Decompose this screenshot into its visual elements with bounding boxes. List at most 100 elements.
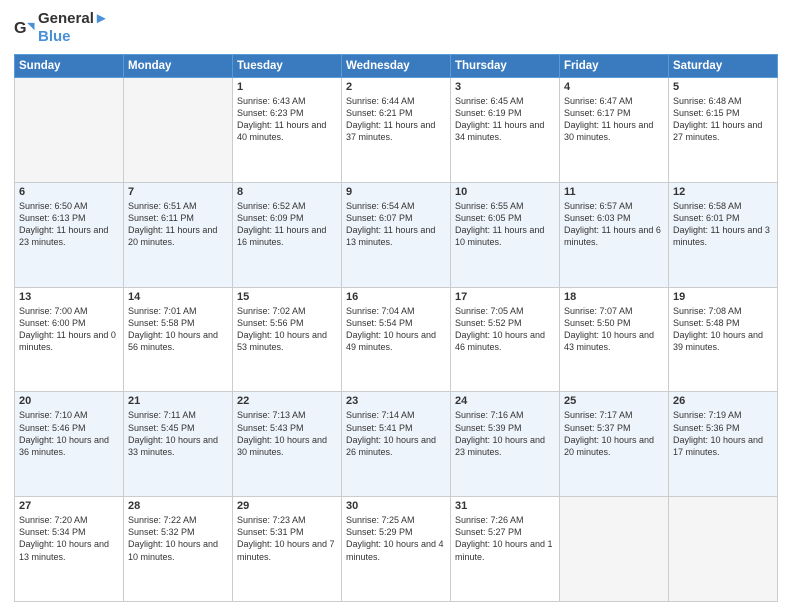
day-number: 9	[346, 186, 446, 198]
day-info: Sunrise: 7:26 AM Sunset: 5:27 PM Dayligh…	[455, 514, 555, 563]
day-number: 25	[564, 395, 664, 407]
calendar-week-row: 13 Sunrise: 7:00 AM Sunset: 6:00 PM Dayli…	[15, 287, 778, 392]
day-info: Sunrise: 7:02 AM Sunset: 5:56 PM Dayligh…	[237, 305, 337, 354]
day-info: Sunrise: 7:20 AM Sunset: 5:34 PM Dayligh…	[19, 514, 119, 563]
day-number: 22	[237, 395, 337, 407]
day-number: 20	[19, 395, 119, 407]
day-info: Sunrise: 7:13 AM Sunset: 5:43 PM Dayligh…	[237, 409, 337, 458]
day-info: Sunrise: 7:07 AM Sunset: 5:50 PM Dayligh…	[564, 305, 664, 354]
calendar-cell: 3 Sunrise: 6:45 AM Sunset: 6:19 PM Daylig…	[451, 78, 560, 183]
calendar-cell	[15, 78, 124, 183]
day-info: Sunrise: 7:19 AM Sunset: 5:36 PM Dayligh…	[673, 409, 773, 458]
calendar-cell: 22 Sunrise: 7:13 AM Sunset: 5:43 PM Dayli…	[233, 392, 342, 497]
day-number: 5	[673, 81, 773, 93]
day-number: 1	[237, 81, 337, 93]
calendar-cell: 27 Sunrise: 7:20 AM Sunset: 5:34 PM Dayli…	[15, 497, 124, 602]
calendar-cell: 28Sunrise: 7:22 AM Sunset: 5:32 PM Dayli…	[124, 497, 233, 602]
calendar-cell: 1 Sunrise: 6:43 AM Sunset: 6:23 PM Daylig…	[233, 78, 342, 183]
day-number: 3	[455, 81, 555, 93]
day-number: 29	[237, 500, 337, 512]
day-number: 4	[564, 81, 664, 93]
calendar-cell: 8 Sunrise: 6:52 AM Sunset: 6:09 PM Daylig…	[233, 182, 342, 287]
calendar-week-row: 1 Sunrise: 6:43 AM Sunset: 6:23 PM Daylig…	[15, 78, 778, 183]
day-info: Sunrise: 7:05 AM Sunset: 5:52 PM Dayligh…	[455, 305, 555, 354]
day-number: 21	[128, 395, 228, 407]
header: G General► Blue	[14, 10, 778, 46]
svg-text:G: G	[14, 19, 27, 37]
day-number: 17	[455, 291, 555, 303]
day-info: Sunrise: 7:25 AM Sunset: 5:29 PM Dayligh…	[346, 514, 446, 563]
calendar-cell: 11Sunrise: 6:57 AM Sunset: 6:03 PM Dayli…	[560, 182, 669, 287]
day-info: Sunrise: 6:58 AM Sunset: 6:01 PM Dayligh…	[673, 200, 773, 249]
day-info: Sunrise: 6:55 AM Sunset: 6:05 PM Dayligh…	[455, 200, 555, 249]
calendar-cell: 26 Sunrise: 7:19 AM Sunset: 5:36 PM Dayli…	[669, 392, 778, 497]
day-number: 8	[237, 186, 337, 198]
day-info: Sunrise: 6:43 AM Sunset: 6:23 PM Dayligh…	[237, 95, 337, 144]
calendar-cell: 19Sunrise: 7:08 AM Sunset: 5:48 PM Dayli…	[669, 287, 778, 392]
calendar-cell: 17 Sunrise: 7:05 AM Sunset: 5:52 PM Dayli…	[451, 287, 560, 392]
day-info: Sunrise: 7:14 AM Sunset: 5:41 PM Dayligh…	[346, 409, 446, 458]
day-number: 24	[455, 395, 555, 407]
calendar-cell: 29 Sunrise: 7:23 AM Sunset: 5:31 PM Dayli…	[233, 497, 342, 602]
weekday-header-friday: Friday	[560, 55, 669, 78]
day-info: Sunrise: 7:08 AM Sunset: 5:48 PM Dayligh…	[673, 305, 773, 354]
day-number: 10	[455, 186, 555, 198]
day-info: Sunrise: 6:44 AM Sunset: 6:21 PM Dayligh…	[346, 95, 446, 144]
calendar-cell: 2 Sunrise: 6:44 AM Sunset: 6:21 PM Daylig…	[342, 78, 451, 183]
logo-icon: G	[14, 17, 36, 39]
day-number: 7	[128, 186, 228, 198]
day-number: 11	[564, 186, 664, 198]
calendar-cell: 12Sunrise: 6:58 AM Sunset: 6:01 PM Dayli…	[669, 182, 778, 287]
day-number: 6	[19, 186, 119, 198]
weekday-header-sunday: Sunday	[15, 55, 124, 78]
day-info: Sunrise: 7:17 AM Sunset: 5:37 PM Dayligh…	[564, 409, 664, 458]
day-number: 2	[346, 81, 446, 93]
calendar-cell: 18Sunrise: 7:07 AM Sunset: 5:50 PM Dayli…	[560, 287, 669, 392]
calendar-cell	[560, 497, 669, 602]
calendar-cell	[669, 497, 778, 602]
weekday-header-tuesday: Tuesday	[233, 55, 342, 78]
day-info: Sunrise: 6:47 AM Sunset: 6:17 PM Dayligh…	[564, 95, 664, 144]
weekday-header-thursday: Thursday	[451, 55, 560, 78]
day-number: 28	[128, 500, 228, 512]
calendar-cell: 16Sunrise: 7:04 AM Sunset: 5:54 PM Dayli…	[342, 287, 451, 392]
calendar-table: SundayMondayTuesdayWednesdayThursdayFrid…	[14, 54, 778, 602]
calendar-cell: 14 Sunrise: 7:01 AM Sunset: 5:58 PM Dayli…	[124, 287, 233, 392]
calendar-cell: 5 Sunrise: 6:48 AM Sunset: 6:15 PM Daylig…	[669, 78, 778, 183]
calendar-cell: 9 Sunrise: 6:54 AM Sunset: 6:07 PM Daylig…	[342, 182, 451, 287]
day-number: 14	[128, 291, 228, 303]
calendar-week-row: 27 Sunrise: 7:20 AM Sunset: 5:34 PM Dayli…	[15, 497, 778, 602]
calendar-cell: 21 Sunrise: 7:11 AM Sunset: 5:45 PM Dayli…	[124, 392, 233, 497]
day-info: Sunrise: 6:48 AM Sunset: 6:15 PM Dayligh…	[673, 95, 773, 144]
calendar-cell: 30Sunrise: 7:25 AM Sunset: 5:29 PM Dayli…	[342, 497, 451, 602]
day-info: Sunrise: 7:01 AM Sunset: 5:58 PM Dayligh…	[128, 305, 228, 354]
calendar-cell: 10 Sunrise: 6:55 AM Sunset: 6:05 PM Dayli…	[451, 182, 560, 287]
day-number: 13	[19, 291, 119, 303]
calendar-cell: 4 Sunrise: 6:47 AM Sunset: 6:17 PM Daylig…	[560, 78, 669, 183]
day-info: Sunrise: 7:11 AM Sunset: 5:45 PM Dayligh…	[128, 409, 228, 458]
weekday-header-row: SundayMondayTuesdayWednesdayThursdayFrid…	[15, 55, 778, 78]
day-info: Sunrise: 6:54 AM Sunset: 6:07 PM Dayligh…	[346, 200, 446, 249]
day-number: 26	[673, 395, 773, 407]
day-info: Sunrise: 6:52 AM Sunset: 6:09 PM Dayligh…	[237, 200, 337, 249]
calendar-cell: 15Sunrise: 7:02 AM Sunset: 5:56 PM Dayli…	[233, 287, 342, 392]
calendar-cell: 31 Sunrise: 7:26 AM Sunset: 5:27 PM Dayli…	[451, 497, 560, 602]
day-info: Sunrise: 7:10 AM Sunset: 5:46 PM Dayligh…	[19, 409, 119, 458]
day-number: 31	[455, 500, 555, 512]
weekday-header-saturday: Saturday	[669, 55, 778, 78]
calendar-week-row: 20 Sunrise: 7:10 AM Sunset: 5:46 PM Dayli…	[15, 392, 778, 497]
calendar-cell	[124, 78, 233, 183]
day-number: 27	[19, 500, 119, 512]
day-number: 16	[346, 291, 446, 303]
calendar-week-row: 6Sunrise: 6:50 AM Sunset: 6:13 PM Daylig…	[15, 182, 778, 287]
calendar-cell: 24Sunrise: 7:16 AM Sunset: 5:39 PM Dayli…	[451, 392, 560, 497]
day-number: 23	[346, 395, 446, 407]
day-info: Sunrise: 7:23 AM Sunset: 5:31 PM Dayligh…	[237, 514, 337, 563]
page: G General► Blue SundayMondayTuesdayWedne…	[0, 0, 792, 612]
calendar-cell: 23 Sunrise: 7:14 AM Sunset: 5:41 PM Dayli…	[342, 392, 451, 497]
calendar-cell: 6Sunrise: 6:50 AM Sunset: 6:13 PM Daylig…	[15, 182, 124, 287]
logo-text: General► Blue	[38, 10, 109, 46]
calendar-cell: 13 Sunrise: 7:00 AM Sunset: 6:00 PM Dayli…	[15, 287, 124, 392]
day-info: Sunrise: 7:00 AM Sunset: 6:00 PM Dayligh…	[19, 305, 119, 354]
day-info: Sunrise: 6:45 AM Sunset: 6:19 PM Dayligh…	[455, 95, 555, 144]
